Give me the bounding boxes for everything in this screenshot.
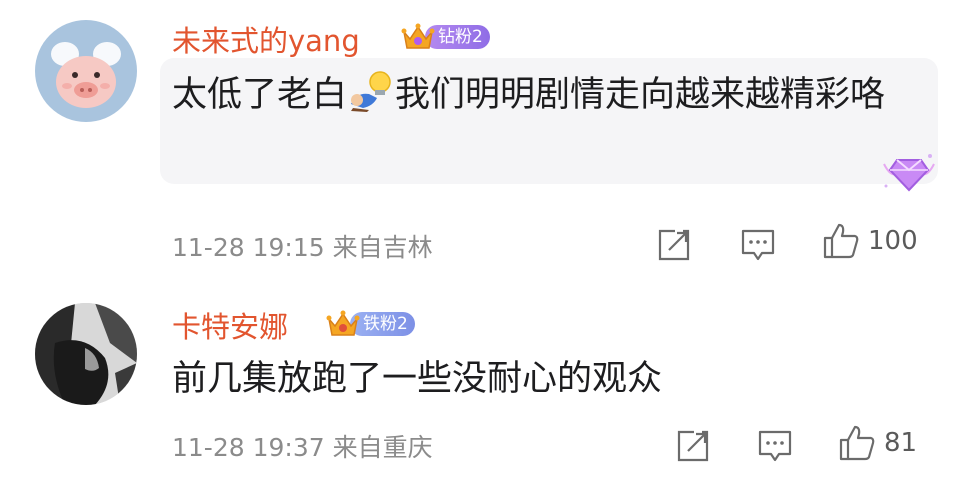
fan-badge[interactable]: 钻粉2 xyxy=(401,23,490,50)
thumbs-up-icon xyxy=(839,425,875,461)
photo-avatar-image xyxy=(35,303,137,405)
comment-text-part: 太低了老白 xyxy=(172,75,348,115)
username[interactable]: 未来式的yang xyxy=(172,18,360,60)
reply-icon xyxy=(758,430,792,462)
comment-text: 太低了老白 我们明明剧情走向越来越精彩咯 xyxy=(172,67,912,123)
pig-avatar-image xyxy=(51,42,121,108)
thumbs-up-icon xyxy=(823,223,859,259)
like-count: 100 xyxy=(868,226,918,256)
comment-meta: 11-28 19:37 来自重庆 xyxy=(172,433,433,462)
comment-item: 未来式的yang 钻粉2 太低了老白 我们明明剧情走向越来越精彩咯 11-28 … xyxy=(0,0,960,280)
crown-icon xyxy=(401,23,435,49)
reply-icon xyxy=(741,229,775,261)
idea-emoji-icon xyxy=(351,71,391,112)
avatar[interactable] xyxy=(35,20,137,122)
diamond-vip-icon xyxy=(883,154,935,192)
like-button[interactable]: 100 xyxy=(822,222,918,260)
repost-button[interactable] xyxy=(657,228,691,266)
avatar[interactable] xyxy=(35,303,137,405)
like-button[interactable]: 81 xyxy=(838,424,917,462)
username[interactable]: 卡特安娜 xyxy=(172,304,288,346)
fan-badge[interactable]: 铁粉2 xyxy=(326,310,415,337)
comment-text-part: 我们明明剧情走向越来越精彩咯 xyxy=(395,75,886,115)
reply-button[interactable] xyxy=(740,228,776,266)
reply-button[interactable] xyxy=(757,429,793,467)
repost-button[interactable] xyxy=(676,429,710,467)
comment-text: 前几集放跑了一些没耐心的观众 xyxy=(172,359,663,399)
crown-icon xyxy=(326,310,360,336)
comment-meta: 11-28 19:15 来自吉林 xyxy=(172,233,433,262)
repost-icon xyxy=(658,229,690,261)
comment-item: 卡特安娜 铁粉2 前几集放跑了一些没耐心的观众 11-28 19:37 来自重庆 xyxy=(0,285,960,497)
repost-icon xyxy=(677,430,709,462)
like-count: 81 xyxy=(884,428,918,458)
